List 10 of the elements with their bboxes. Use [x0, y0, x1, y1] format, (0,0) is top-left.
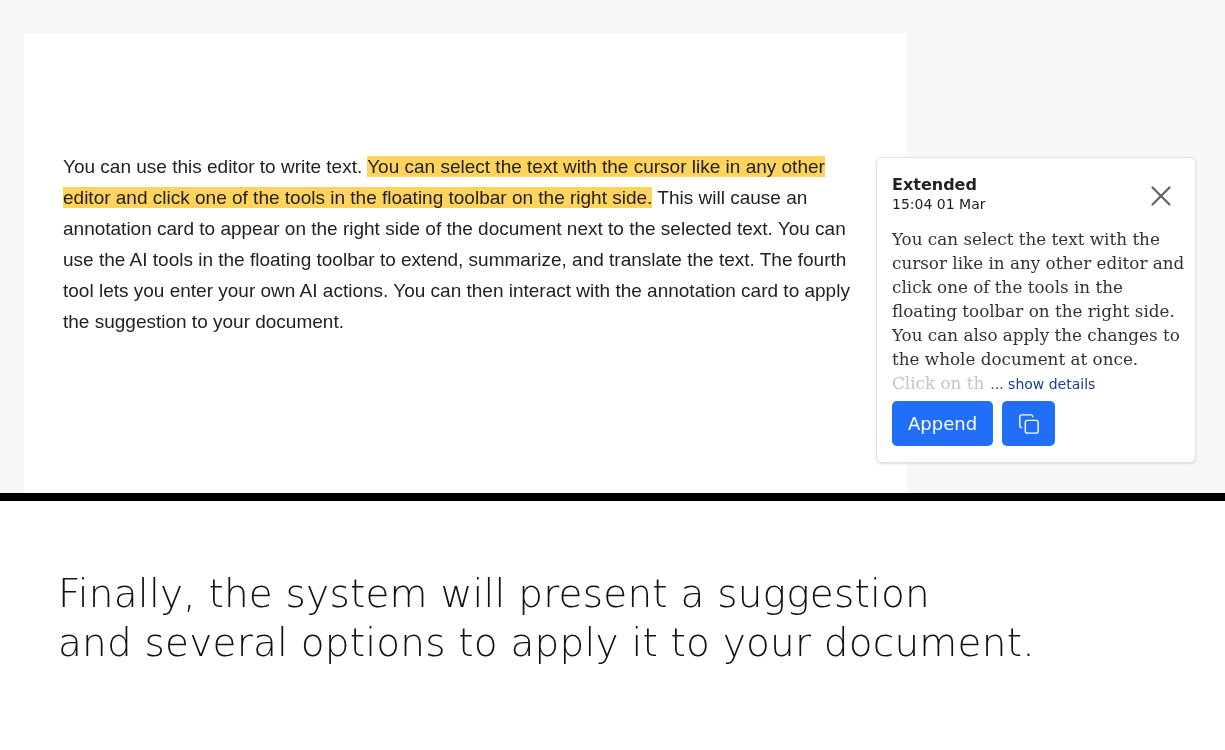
document-paragraph: You can use this editor to write text. You can select the text with the cursor like in any other editor and click one of the tools in the floating toolbar on the right side. This will cause an annotation card to appear on the right side of the document next to the selected text. You can use the AI tools in the floating toolbar to extend, summarize, and translate the text. The fourth tool lets you enter your own AI actions. You can then interact with the annotation card to apply the suggestion to your document.	[63, 155, 851, 334]
card-timestamp: 15:04 01 Mar	[892, 195, 986, 213]
suggestion-text: You can select the text with the cursor like in any other editor and click one of the tools in the floating toolbar on the right side. You can also apply the changes to the whole document at once. Click on th ... show details	[892, 228, 1186, 395]
copy-icon	[1017, 412, 1040, 435]
card-title: Extended	[892, 175, 978, 195]
copy-button[interactable]	[1002, 401, 1056, 446]
caption-line: and several options to apply it to your document.	[58, 619, 1036, 667]
caption-line: Finally, the system will present a suggestion	[58, 570, 931, 618]
append-button[interactable]: Append	[892, 401, 994, 446]
show-details-link[interactable]: ... show details	[990, 374, 1096, 394]
